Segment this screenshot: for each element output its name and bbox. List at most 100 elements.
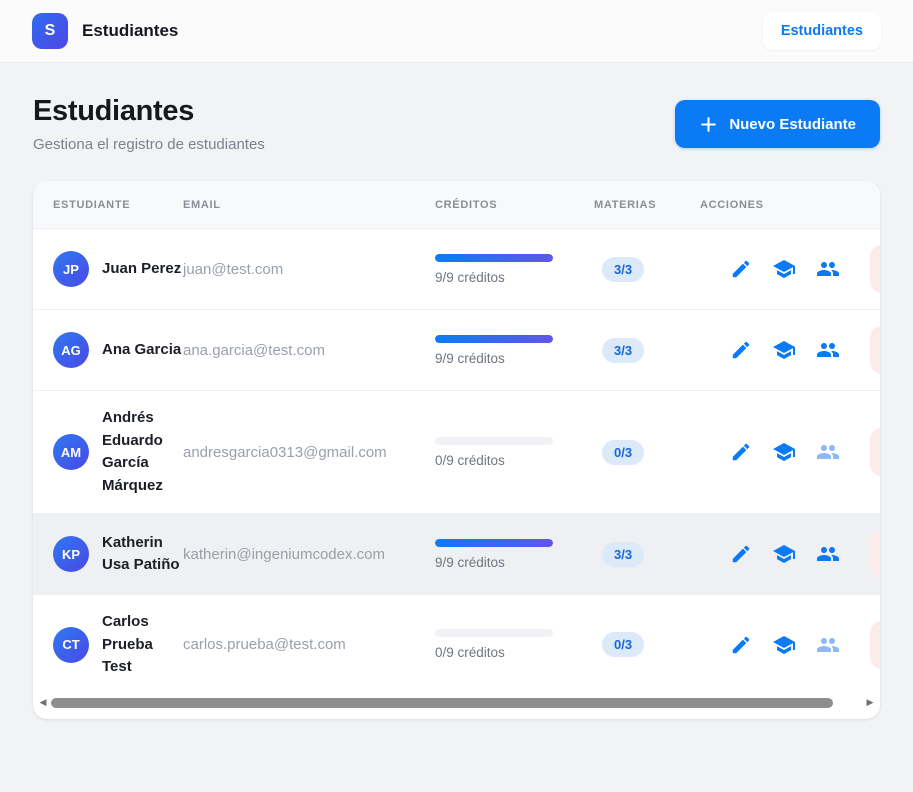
page-title: Estudiantes <box>33 95 265 128</box>
pencil-icon <box>730 441 752 463</box>
student-name: Juan Perez <box>102 258 183 281</box>
student-name: Ana Garcia <box>102 339 183 362</box>
credits-progress-bar <box>435 254 553 262</box>
graduation-cap-icon <box>772 633 796 657</box>
subjects-badge: 3/3 <box>602 542 644 567</box>
credits-label: 9/9 créditos <box>435 351 594 366</box>
student-email: andresgarcia0313@gmail.com <box>183 444 435 461</box>
new-student-button-label: Nuevo Estudiante <box>729 116 856 133</box>
plus-icon <box>699 115 718 134</box>
subjects-cell: 0/3 <box>594 440 700 465</box>
app-title: Estudiantes <box>82 21 178 41</box>
credits-label: 0/9 créditos <box>435 645 594 660</box>
nav-estudiantes-link[interactable]: Estudiantes <box>763 12 881 50</box>
avatar: AM <box>53 434 89 470</box>
student-email: juan@test.com <box>183 261 435 278</box>
column-header-student: Estudiante <box>33 199 183 211</box>
people-icon <box>816 633 840 657</box>
student-email: ana.garcia@test.com <box>183 342 435 359</box>
delete-button[interactable] <box>870 428 880 476</box>
delete-button[interactable] <box>870 621 880 669</box>
courses-button[interactable] <box>772 542 796 566</box>
student-cell: CT Carlos Prueba Test <box>33 611 183 679</box>
student-cell: KP Katherin Usa Patiño <box>33 532 183 577</box>
scrollbar-track[interactable] <box>49 697 864 709</box>
student-email: carlos.prueba@test.com <box>183 636 435 653</box>
courses-button[interactable] <box>772 440 796 464</box>
pencil-icon <box>730 339 752 361</box>
edit-button[interactable] <box>730 339 752 361</box>
student-table-row: AG Ana Garcia ana.garcia@test.com 9/9 cr… <box>33 310 880 391</box>
edit-button[interactable] <box>730 543 752 565</box>
credits-label: 9/9 créditos <box>435 555 594 570</box>
graduation-cap-icon <box>772 440 796 464</box>
student-name: Katherin Usa Patiño <box>102 532 183 577</box>
pencil-icon <box>730 543 752 565</box>
actions-cell <box>700 326 880 374</box>
delete-button[interactable] <box>870 245 880 293</box>
credits-cell: 0/9 créditos <box>435 629 594 660</box>
subjects-badge: 0/3 <box>602 632 644 657</box>
subjects-cell: 3/3 <box>594 257 700 282</box>
graduation-cap-icon <box>772 542 796 566</box>
credits-progress-fill <box>435 335 553 343</box>
courses-button[interactable] <box>772 338 796 362</box>
delete-button[interactable] <box>870 530 880 578</box>
student-email: katherin@ingeniumcodex.com <box>183 546 435 563</box>
credits-cell: 9/9 créditos <box>435 254 594 285</box>
people-icon <box>816 440 840 464</box>
student-name: Andrés Eduardo García Márquez <box>102 407 183 497</box>
edit-button[interactable] <box>730 634 752 656</box>
student-name: Carlos Prueba Test <box>102 611 183 679</box>
horizontal-scrollbar[interactable]: ◀ ▶ <box>33 695 880 719</box>
credits-label: 9/9 créditos <box>435 270 594 285</box>
actions-cell <box>700 530 880 578</box>
edit-button[interactable] <box>730 441 752 463</box>
column-header-actions: Acciones <box>700 199 880 211</box>
credits-cell: 0/9 créditos <box>435 437 594 468</box>
top-navbar: S Estudiantes Estudiantes <box>0 0 913 63</box>
people-button[interactable] <box>816 338 840 362</box>
student-table-row: AM Andrés Eduardo García Márquez andresg… <box>33 391 880 514</box>
people-button[interactable] <box>816 257 840 281</box>
actions-cell <box>700 428 880 476</box>
column-header-credits: Créditos <box>435 199 594 211</box>
new-student-button[interactable]: Nuevo Estudiante <box>675 100 880 148</box>
credits-progress-bar <box>435 629 553 637</box>
table-body: JP Juan Perez juan@test.com 9/9 créditos… <box>33 229 880 695</box>
page-header: Estudiantes Gestiona el registro de estu… <box>33 95 880 153</box>
credits-progress-bar <box>435 539 553 547</box>
edit-button[interactable] <box>730 258 752 280</box>
courses-button[interactable] <box>772 257 796 281</box>
scroll-right-arrow-icon[interactable]: ▶ <box>864 697 876 708</box>
credits-cell: 9/9 créditos <box>435 335 594 366</box>
scrollbar-thumb[interactable] <box>51 698 833 708</box>
courses-button[interactable] <box>772 633 796 657</box>
avatar: JP <box>53 251 89 287</box>
avatar: AG <box>53 332 89 368</box>
student-table-row: JP Juan Perez juan@test.com 9/9 créditos… <box>33 229 880 310</box>
credits-progress-bar <box>435 437 553 445</box>
people-button[interactable] <box>816 440 840 464</box>
page-subtitle: Gestiona el registro de estudiantes <box>33 136 265 153</box>
scroll-left-arrow-icon[interactable]: ◀ <box>37 697 49 708</box>
delete-button[interactable] <box>870 326 880 374</box>
subjects-badge: 0/3 <box>602 440 644 465</box>
people-button[interactable] <box>816 542 840 566</box>
avatar: KP <box>53 536 89 572</box>
people-icon <box>816 542 840 566</box>
credits-progress-fill <box>435 254 553 262</box>
avatar: CT <box>53 627 89 663</box>
people-icon <box>816 257 840 281</box>
graduation-cap-icon <box>772 257 796 281</box>
graduation-cap-icon <box>772 338 796 362</box>
credits-progress-bar <box>435 335 553 343</box>
credits-label: 0/9 créditos <box>435 453 594 468</box>
people-button[interactable] <box>816 633 840 657</box>
student-cell: AG Ana Garcia <box>33 332 183 368</box>
column-header-subjects: Materias <box>594 199 700 211</box>
people-icon <box>816 338 840 362</box>
page-heading-block: Estudiantes Gestiona el registro de estu… <box>33 95 265 153</box>
subjects-cell: 3/3 <box>594 338 700 363</box>
column-header-email: Email <box>183 199 435 211</box>
